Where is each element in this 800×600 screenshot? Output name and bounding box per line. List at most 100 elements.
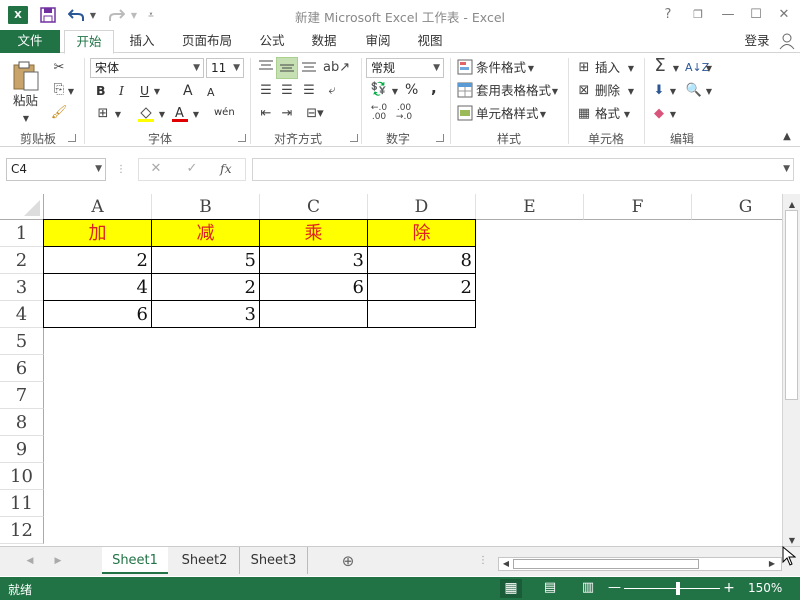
scrollbar-thumb[interactable] [785, 210, 798, 400]
insert-cells-icon[interactable]: ⊞ [575, 59, 593, 77]
row-header[interactable]: 3 [0, 274, 44, 301]
cell-styles-dropdown-icon[interactable]: ▼ [538, 106, 548, 124]
minimize-icon[interactable]: — [717, 5, 739, 25]
zoom-level[interactable]: 150% [748, 581, 782, 595]
number-launcher-icon[interactable] [436, 134, 444, 142]
name-box[interactable]: C4 ▼ [6, 158, 106, 181]
data-cell[interactable]: 2 [367, 273, 476, 301]
data-cell[interactable] [259, 300, 368, 328]
find-select-icon[interactable]: 🔍 [685, 82, 703, 100]
clear-dropdown-icon[interactable]: ▼ [668, 106, 678, 124]
next-sheet-icon[interactable]: ▶ [52, 552, 64, 570]
login-link[interactable]: 登录 [740, 30, 774, 53]
worksheet-grid[interactable]: A B C D E F G 1 2 3 4 5 6 7 8 9 10 11 12… [0, 194, 782, 546]
increase-indent-icon[interactable]: ⇥ [278, 105, 296, 123]
data-cell[interactable]: 2 [151, 273, 260, 301]
autosum-dropdown-icon[interactable]: ▼ [671, 60, 681, 78]
column-header[interactable]: C [260, 194, 368, 220]
grow-font-button[interactable]: A [183, 82, 193, 100]
page-break-view-icon[interactable]: ▥ [578, 579, 598, 597]
row-header[interactable]: 7 [0, 382, 44, 409]
zoom-in-icon[interactable]: + [722, 579, 736, 597]
column-header[interactable]: F [584, 194, 692, 220]
data-cell[interactable]: 2 [43, 246, 152, 274]
column-header[interactable]: G [692, 194, 782, 220]
tab-page-layout[interactable]: 页面布局 [174, 30, 240, 53]
enter-icon[interactable]: ✓ [182, 160, 202, 178]
comma-button[interactable]: , [431, 79, 437, 97]
ribbon-display-icon[interactable]: ❐ [687, 5, 709, 25]
data-cell[interactable] [367, 300, 476, 328]
tab-formulas[interactable]: 公式 [250, 30, 294, 53]
autosum-icon[interactable]: Σ [650, 57, 670, 75]
help-icon[interactable]: ? [657, 5, 679, 25]
row-header[interactable]: 5 [0, 328, 44, 355]
format-cells-icon[interactable]: ▦ [575, 105, 593, 123]
format-as-table-icon[interactable] [456, 82, 474, 104]
align-middle-icon[interactable] [276, 57, 298, 79]
underline-button[interactable]: U [140, 82, 149, 100]
delete-cells-button[interactable]: 删除 [595, 82, 620, 100]
font-name-select[interactable]: 宋体 ▼ [90, 58, 204, 78]
header-cell[interactable]: 减 [151, 219, 260, 247]
header-cell[interactable]: 加 [43, 219, 152, 247]
decrease-indent-icon[interactable]: ⇤ [257, 105, 275, 123]
formula-input[interactable]: ▼ [252, 158, 794, 181]
normal-view-icon[interactable]: ▦ [500, 579, 522, 598]
sort-filter-icon[interactable]: A↓Z [685, 59, 709, 77]
data-cell[interactable]: 3 [151, 300, 260, 328]
tab-review[interactable]: 审阅 [356, 30, 400, 53]
fill-dropdown-icon[interactable]: ▼ [668, 83, 678, 101]
vertical-scrollbar[interactable]: ▲ ▼ [782, 194, 800, 546]
row-header[interactable]: 4 [0, 301, 44, 328]
column-header[interactable]: D [368, 194, 476, 220]
number-format-select[interactable]: 常规 ▼ [366, 58, 444, 78]
tab-data[interactable]: 数据 [302, 30, 346, 53]
accounting-dropdown-icon[interactable]: ▼ [390, 83, 400, 101]
percent-button[interactable]: % [405, 81, 418, 99]
header-cell[interactable]: 乘 [259, 219, 368, 247]
copy-dropdown-icon[interactable]: ▼ [66, 83, 76, 101]
insert-function-icon[interactable]: fx [220, 160, 232, 178]
bold-button[interactable]: B [96, 82, 106, 100]
wrap-text-icon[interactable]: ⤶ [323, 82, 341, 100]
format-cells-button[interactable]: 格式 [595, 105, 620, 123]
data-cell[interactable]: 3 [259, 246, 368, 274]
sheet-tab-sheet1[interactable]: Sheet1 [102, 547, 168, 574]
collapse-ribbon-icon[interactable]: ▲ [780, 128, 794, 146]
fill-icon[interactable]: ⬇ [650, 82, 668, 100]
align-bottom-icon[interactable] [300, 59, 318, 79]
conditional-dropdown-icon[interactable]: ▼ [526, 60, 536, 78]
find-dropdown-icon[interactable]: ▼ [704, 83, 714, 101]
column-header[interactable]: A [44, 194, 152, 220]
tab-insert[interactable]: 插入 [120, 30, 164, 53]
align-center-icon[interactable]: ☰ [278, 82, 296, 100]
orientation-icon[interactable]: ab↗ [323, 59, 350, 77]
merge-center-icon[interactable]: ⊟▾ [300, 105, 330, 123]
paste-label[interactable]: 粘贴 [13, 92, 38, 110]
data-cell[interactable]: 6 [43, 300, 152, 328]
align-right-icon[interactable]: ☰ [300, 82, 318, 100]
tab-file[interactable]: 文件 [0, 30, 60, 53]
alignment-launcher-icon[interactable] [350, 134, 358, 142]
close-icon[interactable]: ✕ [773, 5, 795, 25]
zoom-slider-thumb[interactable] [676, 582, 680, 595]
header-cell[interactable]: 除 [367, 219, 476, 247]
cell-styles-button[interactable]: 单元格样式 [476, 105, 539, 123]
table-dropdown-icon[interactable]: ▼ [550, 83, 560, 101]
paste-dropdown-icon[interactable]: ▼ [16, 110, 36, 128]
data-cell[interactable]: 8 [367, 246, 476, 274]
format-dropdown-icon[interactable]: ▼ [622, 106, 632, 124]
zoom-slider-track[interactable] [624, 588, 720, 589]
maximize-icon[interactable]: ☐ [745, 5, 767, 25]
borders-dropdown-icon[interactable]: ▼ [113, 106, 123, 124]
cell-styles-icon[interactable] [456, 105, 474, 127]
row-header[interactable]: 8 [0, 409, 44, 436]
delete-cells-icon[interactable]: ⊠ [575, 82, 593, 100]
account-icon[interactable] [776, 32, 798, 55]
sort-dropdown-icon[interactable]: ▼ [704, 60, 714, 78]
data-cell[interactable]: 6 [259, 273, 368, 301]
column-header[interactable]: B [152, 194, 260, 220]
tab-home[interactable]: 开始 [64, 30, 114, 54]
font-size-select[interactable]: 11 ▼ [206, 58, 244, 78]
